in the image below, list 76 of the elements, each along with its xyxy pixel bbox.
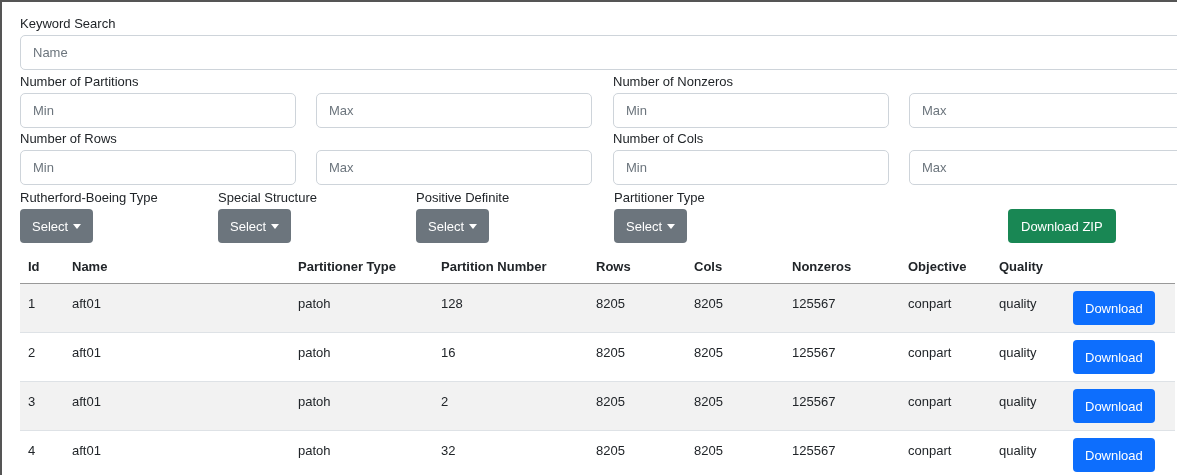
column-header: Quality <box>991 249 1065 284</box>
table-cell: 125567 <box>784 332 900 382</box>
column-header: Partition Number <box>433 249 588 284</box>
dropdown-label: Positive Definite <box>416 190 511 206</box>
select-dropdown[interactable]: Select <box>218 209 292 243</box>
table-cell: 8205 <box>686 430 784 475</box>
table-cell: 32 <box>433 430 588 475</box>
column-header: Id <box>20 249 64 284</box>
max-field[interactable]: Max <box>909 150 1177 185</box>
table-cell: 8205 <box>588 381 686 431</box>
min-field[interactable]: Min <box>20 150 296 185</box>
table-cell: quality <box>991 381 1065 431</box>
table-cell: 8205 <box>686 381 784 431</box>
table-cell: 2 <box>20 332 64 382</box>
dropdown-label: Special Structure <box>218 190 318 206</box>
select-dropdown[interactable]: Select <box>416 209 490 243</box>
download-button[interactable]: Download <box>1073 438 1155 472</box>
field-label: Keyword Search <box>20 16 117 32</box>
table-cell: conpart <box>900 332 991 382</box>
table-cell: 8205 <box>588 283 686 333</box>
table-cell: 125567 <box>784 381 900 431</box>
column-header: Objective <box>900 249 991 284</box>
dropdown-label: Partitioner Type <box>614 190 706 206</box>
field-label: Number of Partitions <box>20 74 140 90</box>
field-label: Number of Rows <box>20 131 118 147</box>
select-dropdown[interactable]: Select <box>20 209 94 243</box>
column-header: Partitioner Type <box>290 249 433 284</box>
table-cell: patoh <box>290 283 433 333</box>
field-label: Number of Nonzeros <box>613 74 734 90</box>
download-button[interactable]: Download <box>1073 340 1155 374</box>
caret-icon <box>469 223 478 229</box>
table-cell: 8205 <box>588 430 686 475</box>
table-cell: aft01 <box>64 332 290 382</box>
caret-icon <box>73 223 82 229</box>
download-button[interactable]: Download <box>1073 291 1155 325</box>
min-field[interactable]: Min <box>613 93 889 128</box>
table-cell: 1 <box>20 283 64 333</box>
field-label: Number of Cols <box>613 131 705 147</box>
caret-icon <box>271 223 280 229</box>
download-button[interactable]: Download <box>1073 389 1155 423</box>
table-cell: aft01 <box>64 430 290 475</box>
max-field[interactable]: Max <box>316 150 592 185</box>
table-cell: 2 <box>433 381 588 431</box>
table-cell: 128 <box>433 283 588 333</box>
column-header: Nonzeros <box>784 249 900 284</box>
table-cell: conpart <box>900 283 991 333</box>
table-cell: quality <box>991 283 1065 333</box>
table-cell: quality <box>991 430 1065 475</box>
search-field[interactable]: Name <box>20 35 1177 70</box>
table-cell: 8205 <box>686 283 784 333</box>
max-field[interactable]: Max <box>909 93 1177 128</box>
table-cell: patoh <box>290 381 433 431</box>
table-cell: 125567 <box>784 430 900 475</box>
table-cell: 8205 <box>588 332 686 382</box>
column-header: Name <box>64 249 290 284</box>
caret-icon <box>667 223 676 229</box>
table-cell: 4 <box>20 430 64 475</box>
min-field[interactable]: Min <box>613 150 889 185</box>
table-cell: 16 <box>433 332 588 382</box>
table-cell: conpart <box>900 430 991 475</box>
table-cell: conpart <box>900 381 991 431</box>
table-cell: quality <box>991 332 1065 382</box>
select-dropdown[interactable]: Select <box>614 209 688 243</box>
download-zip-button[interactable]: Download ZIP <box>1008 209 1116 243</box>
table-cell: aft01 <box>64 283 290 333</box>
table-cell: 8205 <box>686 332 784 382</box>
dropdown-label: Rutherford-Boeing Type <box>20 190 159 206</box>
table-cell: 125567 <box>784 283 900 333</box>
table-cell: patoh <box>290 332 433 382</box>
column-header: Rows <box>588 249 686 284</box>
max-field[interactable]: Max <box>316 93 592 128</box>
column-header: Cols <box>686 249 784 284</box>
min-field[interactable]: Min <box>20 93 296 128</box>
table-cell: 3 <box>20 381 64 431</box>
table-cell: patoh <box>290 430 433 475</box>
table-cell: aft01 <box>64 381 290 431</box>
